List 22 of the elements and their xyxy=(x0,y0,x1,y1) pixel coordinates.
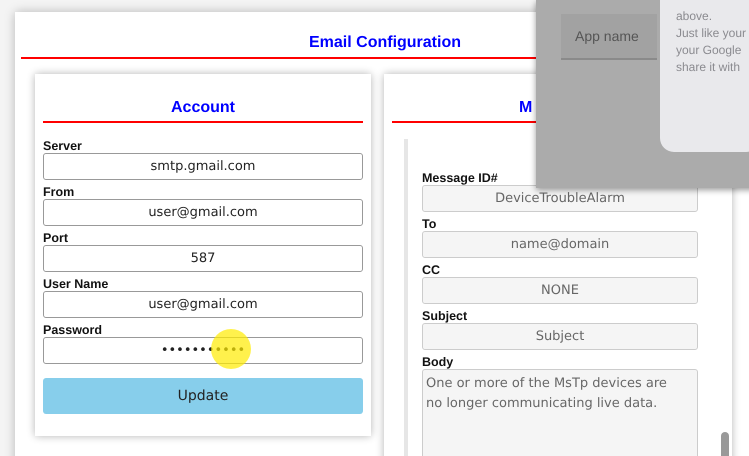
field-label: Server xyxy=(43,139,83,154)
input-field[interactable]: user@gmail.com xyxy=(43,291,363,318)
field-label: To xyxy=(422,217,438,232)
field-label: Subject xyxy=(422,309,468,324)
field-label: Password xyxy=(43,323,104,338)
update-button[interactable]: Update xyxy=(43,378,363,414)
input-field[interactable]: smtp.gmail.com xyxy=(43,153,363,180)
card-title: Account xyxy=(170,99,236,117)
field-label: CC xyxy=(422,263,442,278)
field-label: Body xyxy=(422,355,454,370)
field-label: Port xyxy=(43,231,69,246)
info-text: Just like your xyxy=(676,25,748,42)
info-text: share it with xyxy=(676,59,742,76)
info-text: above. xyxy=(676,8,714,25)
page-title: Email Configuration xyxy=(309,34,461,52)
card-title: M xyxy=(518,99,534,117)
field-label: User Name xyxy=(43,277,110,292)
info-text: your Google xyxy=(676,42,742,59)
input-field[interactable]: 587 xyxy=(43,245,363,272)
field-label: From xyxy=(43,185,76,200)
field-label: Message ID# xyxy=(422,171,499,186)
input-field[interactable]: user@gmail.com xyxy=(43,199,363,226)
